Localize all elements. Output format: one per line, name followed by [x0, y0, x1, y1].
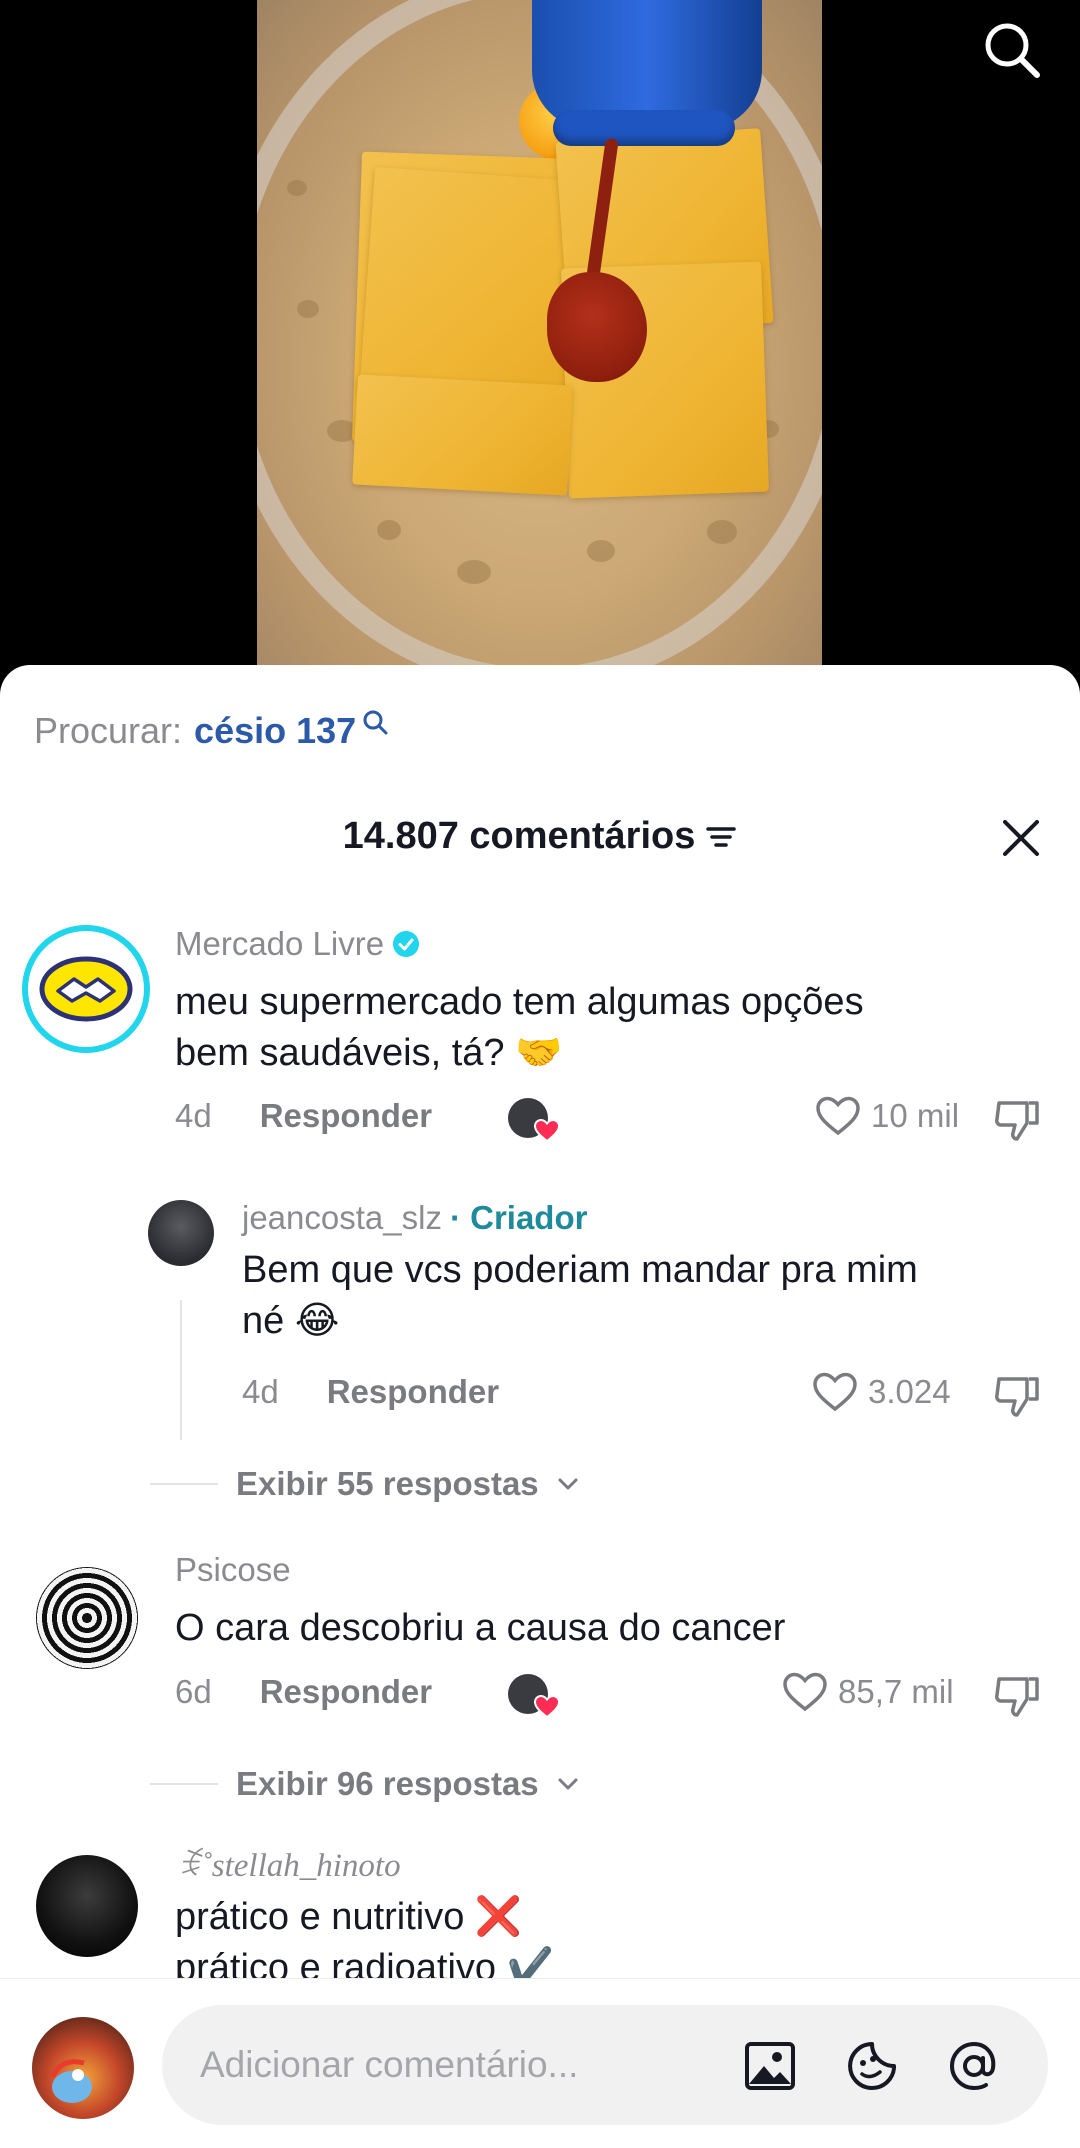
comment-input-bar [0, 1978, 1080, 2148]
bubble [297, 300, 319, 318]
sort-filter-icon[interactable] [705, 822, 737, 852]
search-mini-icon [363, 710, 388, 735]
divider [150, 1783, 218, 1785]
like-count: 10 mil [871, 1097, 960, 1134]
avatar[interactable] [36, 1855, 138, 1957]
cheese-slice [352, 374, 573, 496]
search-icon[interactable] [980, 18, 1044, 82]
ketchup-bottle-ring [553, 110, 735, 146]
like-button[interactable]: 3.024 [812, 1371, 951, 1413]
comment-username[interactable]: Mercado Livre [175, 925, 384, 963]
comments-header: 14.807 comentários [0, 815, 1080, 875]
image-icon[interactable] [742, 2038, 798, 2094]
thread-line [180, 1300, 182, 1440]
comment-input[interactable] [200, 2035, 700, 2095]
comment-input-container[interactable] [162, 2005, 1048, 2125]
search-suggestion-prefix: Procurar: [34, 710, 183, 751]
handshake-logo-icon [39, 956, 133, 1022]
comment-time: 4d [175, 1097, 212, 1134]
bubble [287, 180, 307, 196]
sticker-emoji-icon[interactable] [844, 2038, 900, 2094]
reply-button[interactable]: Responder [327, 1373, 499, 1411]
dislike-icon[interactable] [993, 1097, 1041, 1143]
avatar[interactable] [36, 1567, 138, 1669]
bubble [707, 520, 737, 544]
reply-button[interactable]: Responder [260, 1097, 432, 1135]
ketchup-blob [547, 272, 647, 382]
bubble [377, 520, 401, 540]
dislike-icon[interactable] [993, 1373, 1041, 1419]
video-frame[interactable] [257, 0, 822, 665]
comment-time: 6d [175, 1673, 212, 1710]
chevron-down-icon [558, 1778, 578, 1790]
verified-badge-icon [393, 931, 420, 957]
comment-text: O cara descobriu a causa do cancer [175, 1607, 786, 1649]
avatar[interactable] [148, 1200, 214, 1266]
close-icon[interactable] [1000, 817, 1042, 859]
avatar-pony-image [49, 2059, 92, 2103]
search-suggestion[interactable]: Procurar: césio 137 [34, 710, 388, 752]
like-button[interactable]: 85,7 mil [782, 1671, 954, 1713]
like-count: 3.024 [868, 1373, 951, 1410]
heart-icon [813, 1372, 857, 1412]
divider [150, 1483, 218, 1485]
view-replies-button[interactable]: Exibir 55 respostas [150, 1465, 579, 1503]
bubble [457, 560, 491, 584]
comment-username[interactable]: ꉂ˚stellah_hinoto [175, 1842, 401, 1885]
dislike-icon[interactable] [993, 1673, 1041, 1719]
creator-liked-heart-icon [534, 1119, 560, 1143]
heart-icon [816, 1096, 860, 1136]
my-avatar[interactable] [32, 2017, 134, 2119]
mention-icon[interactable] [946, 2038, 1002, 2094]
avatar[interactable] [22, 925, 150, 1053]
reply-time: 4d [242, 1373, 279, 1410]
view-replies-button[interactable]: Exibir 96 respostas [150, 1765, 579, 1803]
video-player[interactable] [0, 0, 1080, 680]
comment-username[interactable]: Psicose [175, 1551, 291, 1589]
reply-text: Bem que vcs poderiam mandar pra mim né 😂 [242, 1249, 918, 1342]
creator-liked-heart-icon [534, 1695, 560, 1719]
heart-icon [783, 1672, 827, 1712]
comments-count-title: 14.807 comentários [342, 815, 696, 857]
like-button[interactable]: 10 mil [815, 1095, 959, 1137]
chevron-down-icon [558, 1478, 578, 1490]
comments-sheet: Procurar: césio 137 14.807 comentários M… [0, 665, 1080, 2148]
comment-text: meu supermercado tem algumas opções bem … [175, 981, 864, 1074]
reply-button[interactable]: Responder [260, 1673, 432, 1711]
bubble [587, 540, 615, 562]
creator-tag: · Criador [449, 1199, 588, 1236]
like-count: 85,7 mil [838, 1673, 954, 1710]
search-suggestion-term[interactable]: césio 137 [194, 710, 356, 752]
reply-username[interactable]: jeancosta_slz [242, 1199, 442, 1237]
